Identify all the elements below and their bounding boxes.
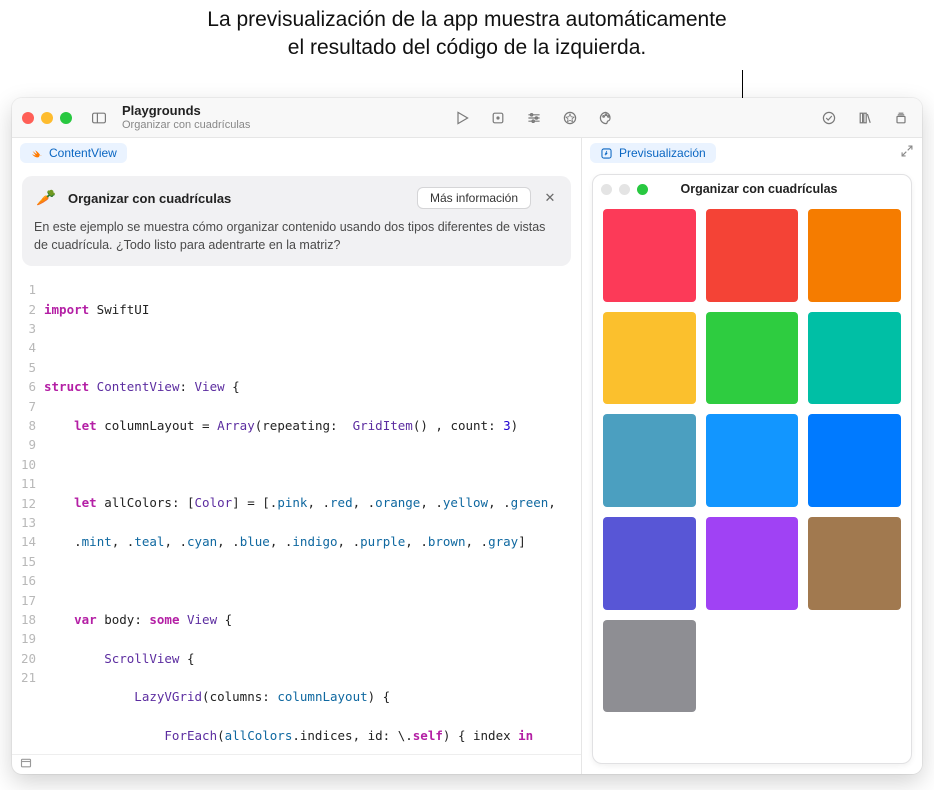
preview-tab-label: Previsualización <box>619 146 706 160</box>
code-editor[interactable]: 123456789101112131415161718192021 import… <box>12 274 581 754</box>
grid-color-cell[interactable] <box>603 517 696 610</box>
line-number: 7 <box>12 397 36 416</box>
preview-min-dot[interactable] <box>619 184 630 195</box>
grid-color-cell[interactable] <box>808 209 901 302</box>
line-number: 14 <box>12 532 36 551</box>
traffic-lights <box>22 112 72 124</box>
app-title: Playgrounds <box>122 104 250 118</box>
caption-line1: La previsualización de la app muestra au… <box>207 8 726 31</box>
caption-line2: el resultado del código de la izquierda. <box>288 36 646 59</box>
grid-color-cell[interactable] <box>808 414 901 507</box>
line-number: 12 <box>12 494 36 513</box>
banner-title: Organizar con cuadrículas <box>68 191 407 206</box>
line-number: 3 <box>12 319 36 338</box>
stack-icon[interactable] <box>890 107 912 129</box>
stop-icon[interactable] <box>487 107 509 129</box>
banner-app-icon: 🥕 <box>34 186 58 210</box>
grid-color-cell[interactable] <box>603 414 696 507</box>
line-number: 13 <box>12 513 36 532</box>
preview-close-dot[interactable] <box>601 184 612 195</box>
expand-preview-icon[interactable] <box>900 144 914 163</box>
preview-window-title: Organizar con cuadrículas <box>655 182 903 196</box>
code-content[interactable]: import SwiftUI struct ContentView: View … <box>44 280 581 754</box>
sidebar-toggle-icon[interactable] <box>88 107 110 129</box>
info-banner: 🥕 Organizar con cuadrículas Más informac… <box>22 176 571 266</box>
swift-icon <box>30 147 43 160</box>
line-number: 15 <box>12 552 36 571</box>
sliders-icon[interactable] <box>523 107 545 129</box>
line-number: 16 <box>12 571 36 590</box>
window-close-button[interactable] <box>22 112 34 124</box>
explanatory-caption: La previsualización de la app muestra au… <box>30 6 904 63</box>
window-maximize-button[interactable] <box>60 112 72 124</box>
editor-tab-row: ContentView <box>12 138 581 168</box>
center-toolbar <box>451 107 617 129</box>
library-icon[interactable] <box>854 107 876 129</box>
grid-color-cell[interactable] <box>808 517 901 610</box>
line-number: 11 <box>12 474 36 493</box>
line-number: 17 <box>12 591 36 610</box>
grid-color-cell[interactable] <box>603 620 696 713</box>
playgrounds-window: Playgrounds Organizar con cuadrículas Co… <box>12 98 922 774</box>
checkmark-circle-icon[interactable] <box>818 107 840 129</box>
editor-tab-label: ContentView <box>49 146 117 160</box>
editor-pane: ContentView 🥕 Organizar con cuadrículas … <box>12 138 582 774</box>
line-number: 20 <box>12 649 36 668</box>
window-minimize-button[interactable] <box>41 112 53 124</box>
line-number: 18 <box>12 610 36 629</box>
status-strip <box>12 754 581 774</box>
star-icon[interactable] <box>559 107 581 129</box>
close-banner-icon[interactable]: ✕ <box>541 189 559 207</box>
grid-color-cell[interactable] <box>706 517 799 610</box>
app-preview-icon <box>600 147 613 160</box>
line-number: 8 <box>12 416 36 435</box>
line-number: 10 <box>12 455 36 474</box>
line-number: 6 <box>12 377 36 396</box>
line-number: 9 <box>12 435 36 454</box>
app-subtitle: Organizar con cuadrículas <box>122 119 250 131</box>
breadcrumb-icon[interactable] <box>20 756 32 774</box>
line-number: 1 <box>12 280 36 299</box>
grid-color-cell[interactable] <box>808 312 901 405</box>
grid-color-cell[interactable] <box>706 312 799 405</box>
line-number: 4 <box>12 338 36 357</box>
palette-icon[interactable] <box>595 107 617 129</box>
banner-text: En este ejemplo se muestra cómo organiza… <box>34 218 559 254</box>
window-title-block: Playgrounds Organizar con cuadrículas <box>122 104 250 130</box>
line-number: 21 <box>12 668 36 687</box>
color-grid[interactable] <box>593 203 911 763</box>
play-icon[interactable] <box>451 107 473 129</box>
line-number: 5 <box>12 358 36 377</box>
line-number: 2 <box>12 300 36 319</box>
editor-tab-contentview[interactable]: ContentView <box>20 143 127 163</box>
line-number: 19 <box>12 629 36 648</box>
grid-color-cell[interactable] <box>603 209 696 302</box>
preview-pane: Previsualización Organizar con cuadrícul… <box>582 138 922 774</box>
preview-tab[interactable]: Previsualización <box>590 143 716 163</box>
grid-color-cell[interactable] <box>706 414 799 507</box>
preview-window-titlebar: Organizar con cuadrículas <box>593 175 911 203</box>
more-info-button[interactable]: Más información <box>417 187 531 209</box>
line-number-gutter: 123456789101112131415161718192021 <box>12 280 44 754</box>
right-toolbar <box>818 107 912 129</box>
preview-max-dot[interactable] <box>637 184 648 195</box>
grid-color-cell[interactable] <box>603 312 696 405</box>
app-preview-window: Organizar con cuadrículas <box>592 174 912 764</box>
grid-color-cell[interactable] <box>706 209 799 302</box>
window-titlebar: Playgrounds Organizar con cuadrículas <box>12 98 922 138</box>
